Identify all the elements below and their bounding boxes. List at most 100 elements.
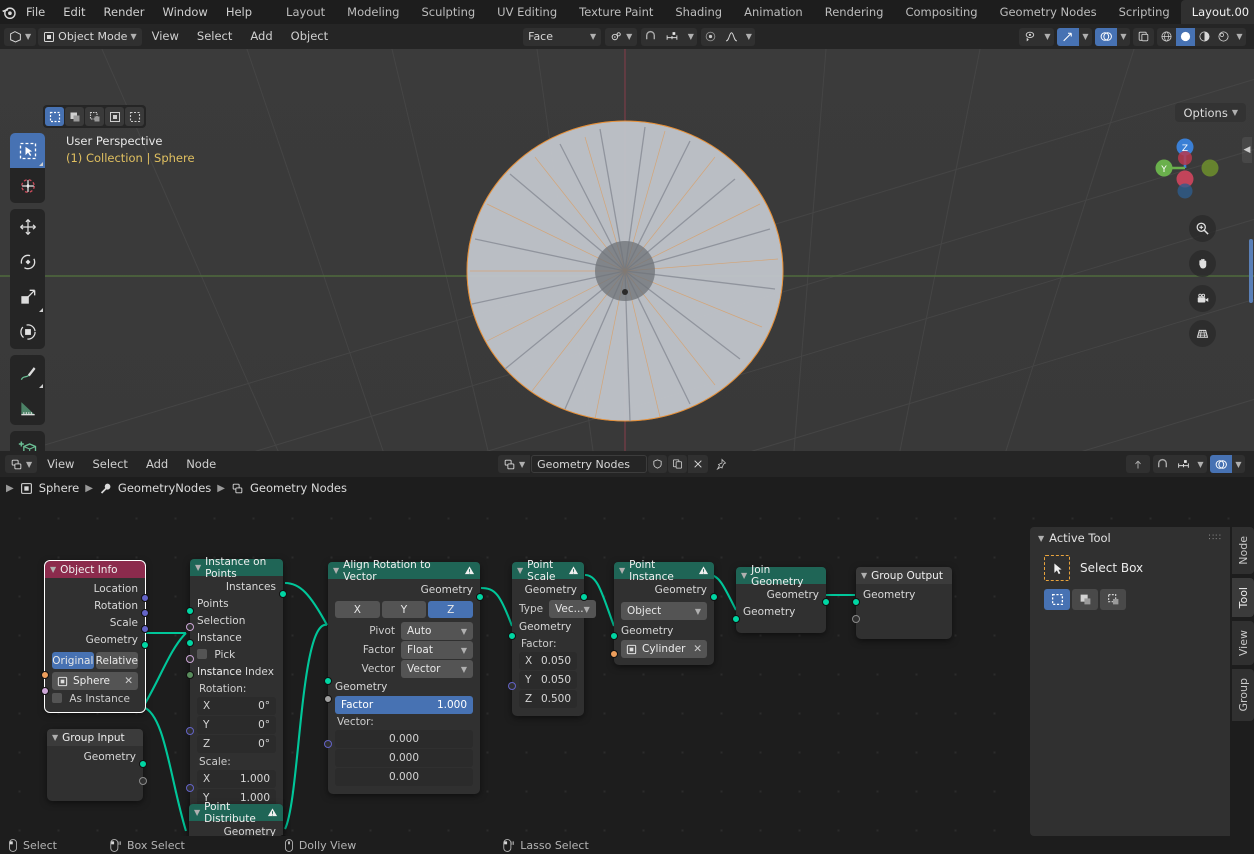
collapse-chevron-icon[interactable]: ▼	[195, 563, 201, 572]
workspace-tab-uv-editing[interactable]: UV Editing	[486, 0, 568, 24]
workspace-tab-rendering[interactable]: Rendering	[814, 0, 895, 24]
sidebar-tab-view[interactable]: View	[1232, 621, 1254, 666]
type-dropdown[interactable]: Vec... ▼	[549, 600, 596, 618]
node-header-instance-on-points[interactable]: ▼ Instance on Points	[190, 556, 283, 580]
move-tool[interactable]	[10, 209, 45, 244]
sidebar-tab-node[interactable]: Node	[1232, 527, 1254, 574]
node-tree-icon[interactable]: ▼	[498, 455, 531, 473]
sidebar-open-arrow[interactable]: ◀	[1242, 137, 1252, 163]
blender-logo-icon[interactable]	[0, 4, 17, 21]
object-selector-field[interactable]: Sphere ✕	[52, 672, 138, 690]
node-instance-on-points[interactable]: ▼ Instance on Points Instances Points Se…	[186, 556, 287, 834]
socket-geometry-in[interactable]	[852, 598, 860, 606]
socket-pick-instance-in[interactable]	[186, 655, 194, 663]
add-cube-tool[interactable]	[10, 431, 45, 451]
menu-window[interactable]: Window	[153, 0, 216, 24]
breadcrumb-item-object[interactable]: Sphere	[39, 481, 80, 495]
pick-instance-checkbox[interactable]	[197, 649, 207, 659]
chevron-down-icon[interactable]: ▼	[1232, 455, 1245, 473]
axis-tab-x[interactable]: X	[335, 601, 380, 618]
node-align-rotation-to-vector[interactable]: ▼ Align Rotation to Vector Geometry X Y …	[324, 559, 484, 794]
shading-rendered-icon[interactable]	[1214, 28, 1233, 46]
node-header-point-distribute[interactable]: ▼ Point Distribute	[189, 801, 283, 825]
socket-as-instance[interactable]	[41, 687, 49, 695]
collapse-chevron-icon[interactable]: ▼	[1038, 534, 1044, 543]
node-header-join-geometry[interactable]: ▼ Join Geometry	[736, 564, 826, 588]
node-point-distribute[interactable]: ▼ Point Distribute Geometry Random ▼	[189, 801, 287, 836]
node-object-info[interactable]: ▼ Object Info Location Rotation Scale Ge…	[41, 560, 149, 713]
factor-slider[interactable]: Factor 1.000	[335, 696, 473, 714]
axis-tab-y[interactable]: Y	[381, 601, 427, 618]
select-mode-set[interactable]	[45, 107, 64, 126]
socket-instance-index-in[interactable]	[186, 671, 194, 679]
collapse-chevron-icon[interactable]: ▼	[52, 733, 58, 742]
menu-edit[interactable]: Edit	[54, 0, 94, 24]
socket-points-in[interactable]	[186, 607, 194, 615]
sidebar-tab-group[interactable]: Group	[1232, 669, 1254, 721]
node-join-geometry[interactable]: ▼ Join Geometry Geometry Geometry	[732, 564, 830, 633]
tool-mode-set[interactable]	[1044, 589, 1070, 610]
node-menu-view[interactable]: View	[39, 452, 82, 477]
socket-object-in[interactable]	[41, 671, 49, 679]
node-header-object-info[interactable]: ▼ Object Info	[45, 561, 145, 578]
toggle-ortho-icon[interactable]	[1189, 320, 1216, 347]
breadcrumb-item-nodetree[interactable]: Geometry Nodes	[250, 481, 347, 495]
node-point-scale[interactable]: ▼ Point Scale Geometry Type Vec... ▼ Geo…	[508, 559, 596, 716]
active-tool-panel-header[interactable]: ▼ Active Tool ∷∷	[1030, 527, 1230, 549]
tool-mode-extend[interactable]	[1072, 589, 1098, 610]
transform-tool[interactable]	[10, 314, 45, 349]
socket-geometry-out[interactable]	[141, 641, 149, 649]
socket-geometry-out[interactable]	[580, 593, 588, 601]
overlays-icon[interactable]	[1095, 27, 1117, 46]
tweak-select-box-tool[interactable]	[10, 133, 45, 168]
workspace-tab-layout[interactable]: Layout	[275, 0, 336, 24]
object-visibility-icon[interactable]	[1019, 28, 1041, 46]
workspace-tab-geometry-nodes[interactable]: Geometry Nodes	[989, 0, 1108, 24]
socket-scale[interactable]	[141, 625, 149, 633]
workspace-tab-modeling[interactable]: Modeling	[336, 0, 410, 24]
vector-x-field[interactable]: 0.000	[335, 730, 473, 748]
select-mode-intersect[interactable]	[125, 107, 144, 126]
vector-y-field[interactable]: 0.000	[335, 749, 473, 767]
camera-view-icon[interactable]	[1189, 285, 1216, 312]
zoom-icon[interactable]	[1189, 215, 1216, 242]
factor-y-field[interactable]: Y 0.050	[519, 671, 577, 689]
socket-geometry-out[interactable]	[822, 598, 830, 606]
options-button[interactable]: Options ▼	[1175, 103, 1246, 122]
vector-type-dropdown[interactable]: Vector ▼	[401, 660, 473, 678]
node-header-align-rotation[interactable]: ▼ Align Rotation to Vector	[328, 559, 480, 583]
as-instance-checkbox[interactable]	[52, 693, 62, 703]
magnet-icon[interactable]	[641, 28, 660, 46]
socket-instance-in[interactable]	[186, 639, 194, 647]
instance-mode-dropdown[interactable]: Object ▼	[621, 602, 707, 620]
chevron-down-icon[interactable]: ▼	[742, 28, 755, 46]
geometry-nodes-editor-icon[interactable]: ▼	[5, 455, 38, 473]
socket-rotation-in[interactable]	[186, 727, 194, 735]
viewport-canvas[interactable]: User Perspective (1) Collection | Sphere…	[0, 49, 1254, 451]
collapse-chevron-icon[interactable]: ▼	[619, 566, 625, 575]
panel-grip-icon[interactable]: ∷∷	[1209, 533, 1222, 543]
annotate-tool[interactable]	[10, 355, 45, 390]
socket-location[interactable]	[141, 594, 149, 602]
shading-solid-icon[interactable]	[1176, 27, 1195, 46]
node-menu-add[interactable]: Add	[138, 452, 176, 477]
rotation-z-field[interactable]: Z 0°	[197, 735, 276, 753]
socket-geometry-in[interactable]	[508, 632, 516, 640]
select-mode-extend[interactable]	[65, 107, 84, 126]
go-to-parent-icon[interactable]	[1126, 455, 1150, 473]
node-header-point-instance[interactable]: ▼ Point Instance	[614, 559, 714, 583]
object-mode-dropdown[interactable]: Object Mode ▼	[38, 27, 142, 46]
collapse-chevron-icon[interactable]: ▼	[333, 566, 339, 575]
node-menu-node[interactable]: Node	[178, 452, 224, 477]
socket-geometry-in[interactable]	[324, 677, 332, 685]
socket-geometry-out[interactable]	[476, 593, 484, 601]
workspace-tab-sculpting[interactable]: Sculpting	[410, 0, 486, 24]
node-canvas[interactable]: ▼ Object Info Location Rotation Scale Ge…	[0, 499, 1254, 836]
collapse-chevron-icon[interactable]: ▼	[861, 571, 867, 580]
node-menu-select[interactable]: Select	[84, 452, 135, 477]
chevron-down-icon[interactable]: ▼	[1117, 28, 1130, 46]
collapse-chevron-icon[interactable]: ▼	[50, 565, 56, 574]
factor-z-field[interactable]: Z 0.500	[519, 690, 577, 708]
select-mode-subtract[interactable]	[85, 107, 104, 126]
gizmo-icon[interactable]	[1057, 27, 1079, 46]
